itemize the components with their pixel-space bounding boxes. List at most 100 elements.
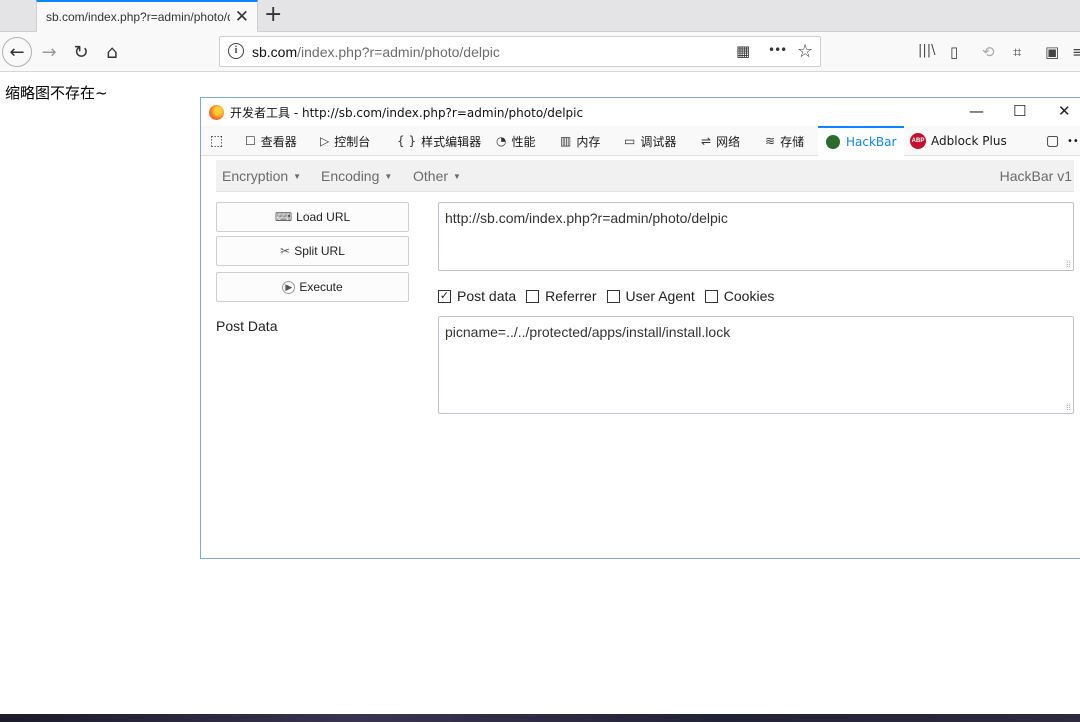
button-label: Execute [299, 280, 343, 294]
home-icon[interactable]: ⌂ [97, 37, 127, 67]
keyboard-icon: ⌨ [274, 210, 293, 224]
new-tab-icon[interactable]: + [264, 3, 282, 27]
hackbar-logo-icon [826, 135, 840, 149]
caret-down-icon: ▼ [384, 172, 393, 181]
navigation-bar: ← → ↻ ⌂ i sb.com/index.php?r=admin/photo… [0, 32, 1080, 72]
element-picker-icon[interactable]: ⬚ [210, 126, 223, 156]
site-info-icon[interactable]: i [228, 43, 244, 59]
tab-storage[interactable]: ≋ 存储 [765, 126, 804, 156]
post-data-value: picname=../../protected/apps/install/ins… [445, 324, 731, 340]
tab-title: sb.com/index.php?r=admin/photo/delpic [46, 10, 230, 24]
url-bar[interactable]: i sb.com/index.php?r=admin/photo/delpic … [219, 36, 821, 67]
url-text[interactable]: sb.com/index.php?r=admin/photo/delpic [252, 44, 500, 60]
page-message: 缩略图不存在~ [5, 84, 108, 102]
scissors-icon: ✂ [280, 244, 291, 258]
url-host: sb.com [252, 44, 298, 60]
devtools-toolbar: ⬚ ☐ 查看器 ▷ 控制台 { } 样式编辑器 ◔ 性能 ▥ 内存 ▭ 调试器 ⇌ 网络 ≋ 存… [201, 126, 1080, 156]
firefox-logo-icon [209, 105, 224, 120]
load-url-button[interactable]: ⌨ Load URL [216, 202, 409, 232]
library-icon[interactable]: |||\ [918, 43, 936, 58]
network-icon: ⇌ [701, 134, 712, 148]
menu-label: Encoding [321, 168, 380, 184]
resize-grip-icon[interactable]: ⁞⁞ [1066, 259, 1071, 269]
tab-label: HackBar [846, 135, 897, 149]
button-label: Load URL [296, 210, 351, 224]
menu-icon[interactable]: ≡ [1072, 43, 1080, 61]
tab-label: 网络 [716, 134, 741, 149]
checkbox-label: User Agent [625, 288, 695, 304]
url-path: /index.php?r=admin/photo/delpic [297, 44, 500, 60]
menu-label: Encryption [222, 168, 289, 184]
referrer-checkbox[interactable] [526, 289, 540, 303]
tab-hackbar[interactable]: HackBar [818, 126, 905, 156]
post-data-textarea[interactable]: picname=../../protected/apps/install/ins… [438, 316, 1074, 414]
forward-icon[interactable]: → [34, 37, 64, 67]
devtools-titlebar: 开发者工具 - http://sb.com/index.php?r=admin/… [201, 98, 1080, 126]
back-icon[interactable]: ← [2, 37, 32, 67]
tab-memory[interactable]: ▥ 内存 [560, 126, 600, 156]
sync-icon[interactable]: ⟲ [982, 43, 995, 61]
split-url-button[interactable]: ✂ Split URL [216, 236, 409, 266]
tab-label: 内存 [576, 134, 601, 149]
screenshot-icon[interactable]: ▣ [1045, 43, 1059, 61]
tab-label: 调试器 [640, 134, 677, 149]
inspector-icon: ☐ [245, 134, 256, 148]
resize-grip-icon[interactable]: ⁞⁞ [1066, 402, 1071, 412]
tab-style-editor[interactable]: { } 样式编辑器 [397, 126, 481, 156]
caret-down-icon: ▼ [453, 172, 461, 181]
menu-encryption[interactable]: Encryption ▼ [222, 168, 301, 184]
devtools-window: 开发者工具 - http://sb.com/index.php?r=admin/… [200, 97, 1080, 559]
performance-icon: ◔ [496, 134, 507, 148]
devtools-title: 开发者工具 - http://sb.com/index.php?r=admin/… [230, 106, 584, 120]
user-agent-checkbox[interactable] [606, 289, 620, 303]
tab-strip: sb.com/index.php?r=admin/photo/delpic ✕ … [0, 0, 1080, 32]
storage-icon: ≋ [765, 134, 776, 148]
button-label: Split URL [294, 244, 345, 258]
tab-debugger[interactable]: ▭ 调试器 [624, 126, 676, 156]
tab-inspector[interactable]: ☐ 查看器 [245, 126, 297, 156]
menu-other[interactable]: Other ▼ [413, 168, 461, 184]
post-data-label: Post Data [216, 318, 278, 334]
tab-label: 查看器 [260, 134, 297, 149]
url-textarea[interactable]: http://sb.com/index.php?r=admin/photo/de… [438, 202, 1074, 271]
tab-adblock-plus[interactable]: ABP Adblock Plus [910, 126, 1007, 156]
debugger-icon: ▭ [624, 134, 636, 148]
hackbar-menubar: Encryption ▼ Encoding ▼ Other ▼ HackBar v1 [216, 160, 1074, 192]
execute-button[interactable]: ▶ Execute [216, 272, 409, 302]
adblock-logo-icon: ABP [910, 133, 926, 149]
maximize-icon[interactable]: ☐ [1013, 102, 1026, 120]
browser-tab[interactable]: sb.com/index.php?r=admin/photo/delpic ✕ [36, 0, 258, 32]
tab-label: 存储 [780, 134, 805, 149]
tab-close-icon[interactable]: ✕ [235, 7, 249, 27]
reload-icon[interactable]: ↻ [66, 37, 96, 67]
menu-label: Other [413, 168, 449, 184]
page-actions-icon[interactable]: ••• [768, 43, 787, 57]
qr-code-icon[interactable]: ▦ [736, 42, 750, 60]
checkbox-label: Post data [457, 288, 517, 304]
tab-label: 控制台 [334, 134, 371, 149]
cookies-checkbox[interactable] [704, 289, 718, 303]
minimize-icon[interactable]: — [969, 102, 984, 120]
hackbar-options: ✓ Post data Referrer User Agent Cookies [438, 287, 784, 305]
tab-console[interactable]: ▷ 控制台 [320, 126, 370, 156]
tab-label: 样式编辑器 [421, 134, 482, 149]
close-window-icon[interactable]: ✕ [1058, 102, 1071, 120]
tab-performance[interactable]: ◔ 性能 [496, 126, 536, 156]
checkbox-label: Referrer [545, 288, 597, 304]
post-data-checkbox[interactable]: ✓ [438, 289, 451, 303]
console-icon: ▷ [320, 134, 330, 148]
menu-encoding[interactable]: Encoding ▼ [321, 168, 392, 184]
dock-options-icon[interactable]: ▢ [1046, 126, 1059, 156]
bookmark-star-icon[interactable]: ☆ [797, 41, 813, 62]
tab-label: Adblock Plus [931, 134, 1007, 148]
tab-network[interactable]: ⇌ 网络 [701, 126, 740, 156]
caret-down-icon: ▼ [293, 172, 302, 181]
play-icon: ▶ [282, 280, 296, 294]
sidebar-icon[interactable]: ▯ [950, 43, 958, 61]
crop-icon[interactable]: ⌗ [1013, 43, 1021, 61]
memory-icon: ▥ [560, 134, 572, 148]
tab-label: 性能 [511, 134, 536, 149]
hackbar-version: HackBar v1 [999, 168, 1072, 184]
more-tools-icon[interactable]: ••• [1067, 126, 1080, 156]
style-editor-icon: { } [397, 134, 417, 148]
